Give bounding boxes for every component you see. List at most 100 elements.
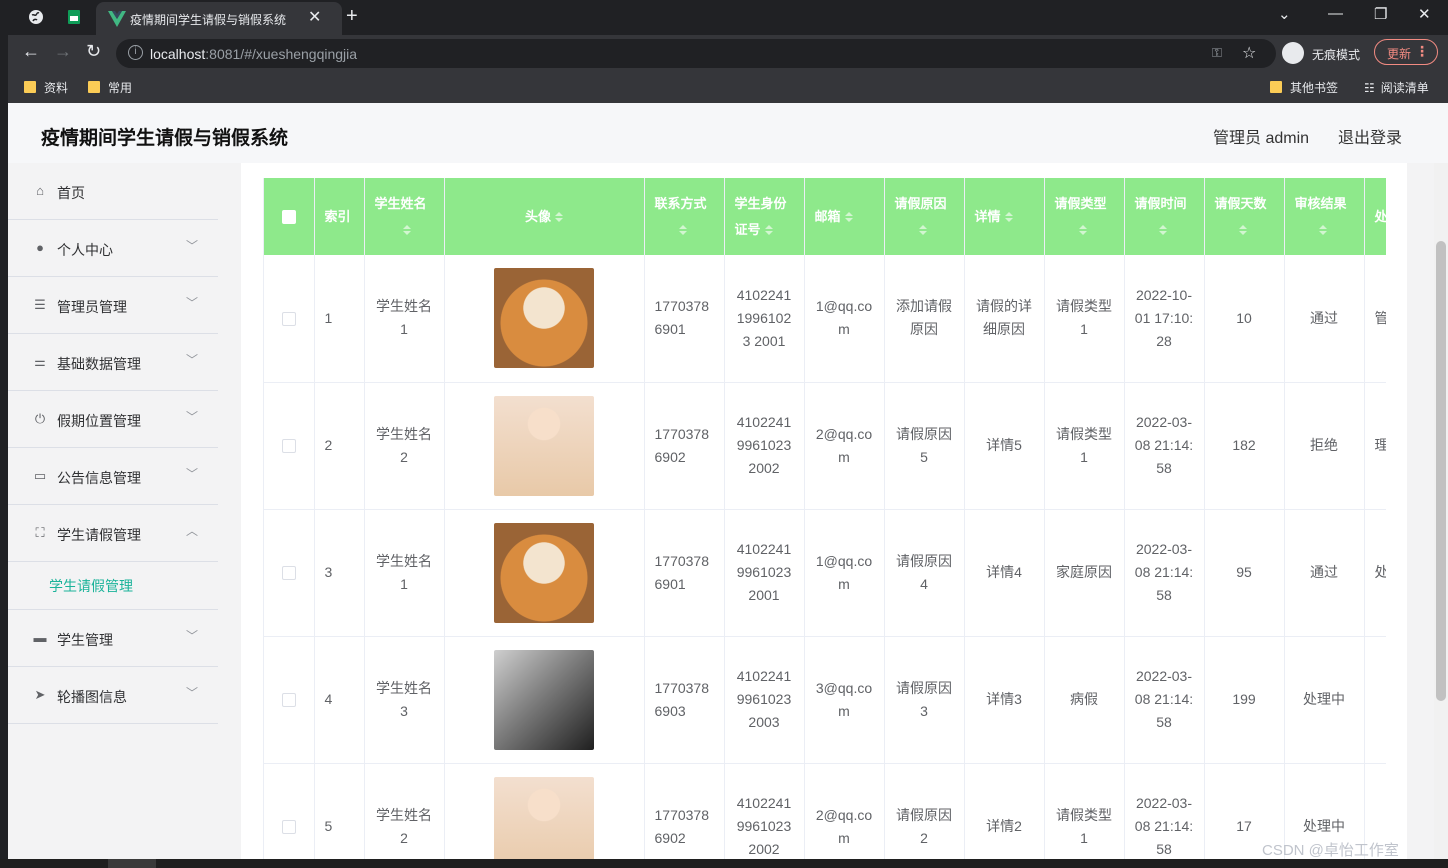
col-result[interactable]: 审核结果	[1284, 178, 1365, 255]
table-row[interactable]: 5 学生姓名2 17703786902 410224199610232002 2@qq.…	[264, 763, 1386, 868]
sidebar-item-basedata[interactable]: ⚌ 基础数据管理 ﹀	[8, 334, 218, 391]
forward-icon[interactable]: →	[54, 41, 72, 62]
sidebar-item-location[interactable]: ⏻ 假期位置管理 ﹀	[8, 391, 218, 448]
col-type[interactable]: 请假类型	[1044, 178, 1125, 255]
sidebar-item-home[interactable]: ⌂ 首页	[8, 163, 218, 220]
page-scrollbar[interactable]	[1434, 163, 1448, 868]
bookmark-star-icon[interactable]: ☆	[1242, 43, 1256, 63]
reload-icon[interactable]: ↻	[86, 41, 101, 62]
active-tab[interactable]: 疫情期间学生请假与销假系统 ✕	[96, 2, 342, 35]
sidebar-item-carousel[interactable]: ➤ 轮播图信息 ﹀	[8, 667, 218, 724]
tab-search-icon[interactable]: ⌄	[1278, 5, 1291, 23]
logout-link[interactable]: 退出登录	[1338, 124, 1402, 148]
close-tab-icon[interactable]: ✕	[308, 7, 321, 27]
url-text[interactable]: localhost:8081/#/xueshengqingjia	[150, 46, 357, 62]
sidebar-item-leave[interactable]: ⛶ 学生请假管理 ︿	[8, 505, 218, 562]
cell-avatar[interactable]	[444, 382, 645, 510]
col-avatar[interactable]: 头像	[444, 178, 645, 255]
sidebar-item-profile[interactable]: ● 个人中心 ﹀	[8, 220, 218, 277]
leave-table: 索引 学生姓名 头像 联系方式 学生身份证号 邮箱 请假原因 详情 请假类型 请…	[263, 178, 1386, 868]
sort-icon[interactable]	[402, 225, 411, 236]
col-days[interactable]: 请假天数	[1204, 178, 1285, 255]
bookmarks-bar: 资料 常用 其他书签 ☷ 阅读清单	[8, 71, 1448, 103]
sort-icon[interactable]	[1004, 212, 1013, 223]
row-checkbox[interactable]	[264, 763, 315, 868]
back-icon[interactable]: ←	[22, 41, 40, 62]
avatar-image[interactable]	[494, 268, 594, 369]
select-all-checkbox[interactable]	[264, 178, 315, 255]
row-checkbox[interactable]	[264, 636, 315, 764]
cell-days: 182	[1204, 382, 1285, 510]
tab-strip: 疫情期间学生请假与销假系统 ✕ + ⌄ — ❐ ✕	[8, 0, 1448, 35]
col-idno[interactable]: 学生身份证号	[724, 178, 805, 255]
globe-icon[interactable]	[28, 9, 44, 25]
sort-icon[interactable]	[764, 225, 773, 236]
incognito-label: 无痕模式	[1312, 48, 1361, 62]
cell-avatar[interactable]	[444, 509, 645, 637]
table-row[interactable]: 2 学生姓名2 17703786902 410224199610232002 2@qq.…	[264, 382, 1386, 510]
col-phone[interactable]: 联系方式	[644, 178, 725, 255]
sheets-icon[interactable]	[66, 9, 82, 25]
cell-days: 199	[1204, 636, 1285, 764]
fullscreen-icon: ⛶	[35, 525, 45, 540]
chevron-down-icon: ﹀	[186, 353, 199, 367]
sort-icon[interactable]	[844, 212, 853, 223]
system-title: 疫情期间学生请假与销假系统	[41, 128, 289, 149]
update-button[interactable]: 更新 ⋮	[1374, 39, 1438, 65]
sort-icon[interactable]	[555, 212, 563, 223]
reading-list-icon: ☷	[1364, 81, 1375, 95]
watermark: CSDN @卓怡工作室	[1262, 842, 1399, 859]
avatar-image[interactable]	[494, 522, 594, 623]
site-info-icon[interactable]: i	[128, 45, 143, 60]
row-checkbox[interactable]	[264, 509, 315, 637]
bookmark-folder[interactable]: 资料	[24, 79, 68, 96]
cell-index: 4	[314, 636, 365, 764]
cell-type: 请假类型1	[1044, 763, 1125, 868]
sort-icon[interactable]	[1078, 225, 1087, 236]
cell-idno: 410224199610232002	[724, 763, 805, 868]
cell-result: 通过	[1284, 509, 1365, 637]
key-icon[interactable]: ⚿	[1212, 45, 1222, 61]
col-detail[interactable]: 详情	[964, 178, 1045, 255]
sort-icon[interactable]	[1318, 225, 1327, 236]
sort-icon[interactable]	[1238, 225, 1247, 236]
bookmark-folder[interactable]: 常用	[88, 79, 132, 96]
new-tab-icon[interactable]: +	[346, 5, 358, 28]
table-row[interactable]: 3 学生姓名1 17703786901 410224199610232001 1@qq.…	[264, 509, 1386, 637]
sidebar-subitem-leave[interactable]: 学生请假管理	[8, 562, 218, 610]
col-time[interactable]: 请假时间	[1124, 178, 1205, 255]
avatar-image[interactable]	[494, 395, 594, 496]
cell-type: 病假	[1044, 636, 1125, 764]
restore-icon[interactable]: ❐	[1374, 5, 1387, 23]
sort-icon[interactable]	[1158, 225, 1167, 236]
table-row[interactable]: 4 学生姓名3 17703786903 410224199610232003 3@qq.…	[264, 636, 1386, 764]
reading-list[interactable]: ☷ 阅读清单	[1364, 79, 1429, 96]
cell-result: 拒绝	[1284, 382, 1365, 510]
avatar-image[interactable]	[494, 776, 594, 868]
minimize-icon[interactable]: —	[1328, 5, 1343, 22]
sidebar-item-students[interactable]: ▬ 学生管理 ﹀	[8, 610, 218, 667]
sort-icon[interactable]	[918, 225, 927, 236]
col-reason[interactable]: 请假原因	[884, 178, 965, 255]
incognito-indicator[interactable]: 无痕模式	[1282, 42, 1368, 66]
cell-avatar[interactable]	[444, 763, 645, 868]
cell-action	[1364, 636, 1386, 764]
cell-avatar[interactable]	[444, 636, 645, 764]
col-name[interactable]: 学生姓名	[364, 178, 445, 255]
chevron-down-icon: ﹀	[186, 239, 199, 253]
sidebar-item-admins[interactable]: ☰ 管理员管理 ﹀	[8, 277, 218, 334]
cell-detail: 请假的详细原因	[964, 255, 1045, 383]
close-window-icon[interactable]: ✕	[1418, 5, 1431, 23]
sort-icon[interactable]	[678, 225, 687, 236]
taskbar-item[interactable]	[108, 859, 156, 868]
cell-avatar[interactable]	[444, 255, 645, 383]
avatar-image[interactable]	[494, 649, 594, 750]
row-checkbox[interactable]	[264, 382, 315, 510]
sidebar-item-notices[interactable]: ▭ 公告信息管理 ﹀	[8, 448, 218, 505]
row-checkbox[interactable]	[264, 255, 315, 383]
other-bookmarks[interactable]: 其他书签	[1270, 79, 1338, 96]
address-bar[interactable]: i localhost:8081/#/xueshengqingjia ⚿ ☆	[116, 39, 1276, 68]
scrollbar-thumb[interactable]	[1436, 241, 1446, 701]
table-row[interactable]: 1 学生姓名1 17703786901 410224119961023 2001 1@q…	[264, 255, 1386, 383]
col-email[interactable]: 邮箱	[804, 178, 885, 255]
